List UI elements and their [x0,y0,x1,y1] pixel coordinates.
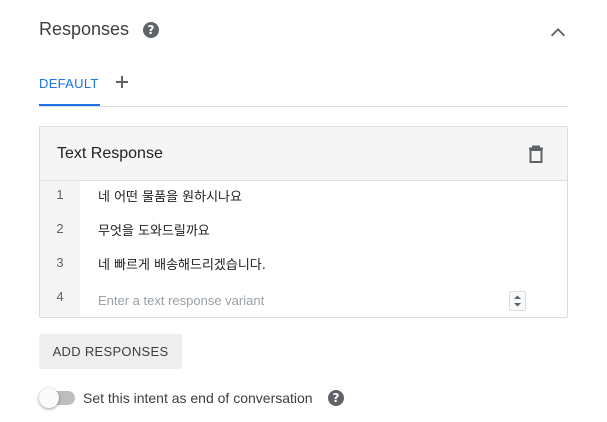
response-text[interactable]: 네 어떤 물품을 원하시나요 [98,181,242,215]
response-row: 1 네 어떤 물품을 원하시나요 [40,181,567,215]
card-title: Text Response [57,145,163,162]
response-row: 4 [40,283,567,317]
card-header: Text Response [40,127,567,181]
end-conversation-label: Set this intent as end of conversation [83,390,313,406]
responses-section-header: Responses ? [39,16,569,46]
end-conversation-toggle[interactable] [39,388,75,408]
chevron-up-icon[interactable] [547,22,569,44]
question-circle-icon[interactable]: ? [143,22,159,38]
question-circle-icon[interactable]: ? [328,390,344,406]
response-tabs: DEFAULT [39,70,568,107]
section-title: Responses [39,19,130,39]
spinner-arrows-icon[interactable] [509,291,526,311]
plus-icon[interactable] [113,73,131,91]
response-text[interactable]: 무엇을 도와드릴까요 [98,215,210,249]
row-number: 2 [40,215,80,249]
response-row: 3 네 빠르게 배송해드리겠습니다. [40,249,567,283]
text-response-card: Text Response 1 네 어떤 물품을 원하시나요 2 무엇을 도와드… [39,126,568,318]
tab-default[interactable]: DEFAULT [39,70,100,106]
row-number: 3 [40,249,80,283]
response-variant-list: 1 네 어떤 물품을 원하시나요 2 무엇을 도와드릴까요 3 네 빠르게 배송… [40,181,567,317]
row-number: 1 [40,181,80,215]
response-text[interactable]: 네 빠르게 배송해드리겠습니다. [98,249,266,283]
row-number: 4 [40,283,80,317]
toggle-knob [39,388,59,408]
add-responses-button[interactable]: ADD RESPONSES [39,334,182,369]
response-row: 2 무엇을 도와드릴까요 [40,215,567,249]
trash-icon[interactable] [528,145,544,163]
new-response-input[interactable] [98,289,498,311]
